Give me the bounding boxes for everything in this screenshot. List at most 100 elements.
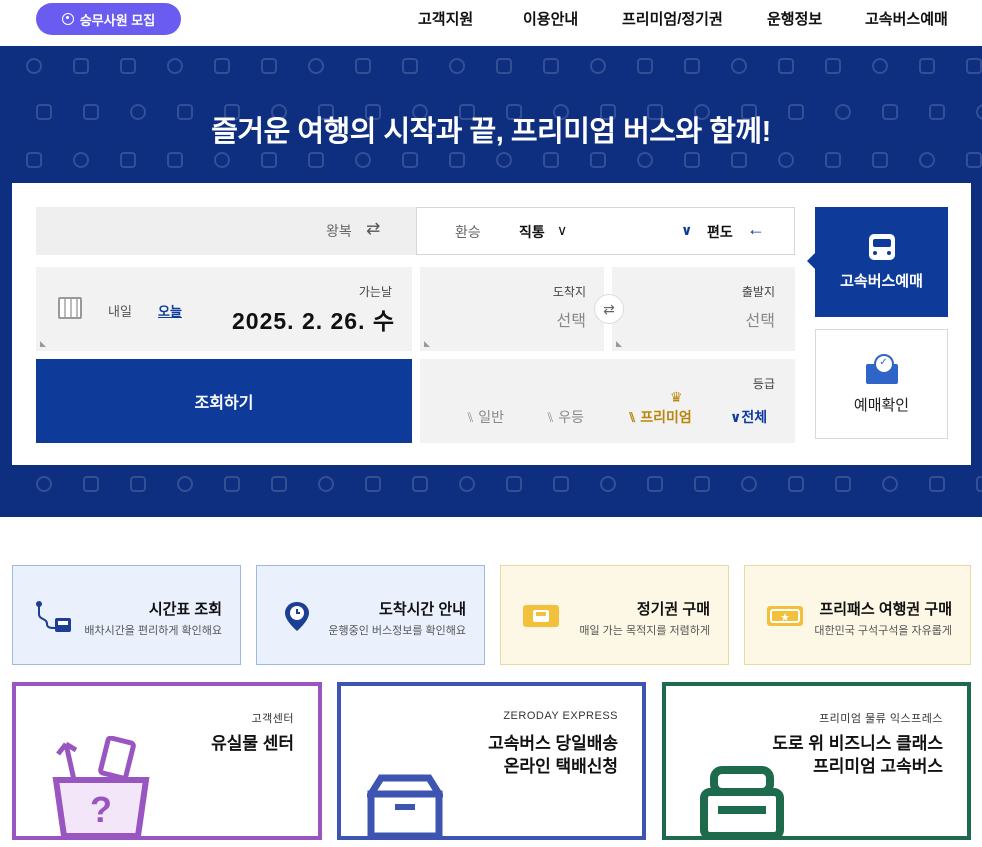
pattern-icon <box>966 58 982 74</box>
tab-bus-booking-label: 고속버스예매 <box>840 272 923 290</box>
pattern-icon <box>449 58 465 74</box>
pattern-icon <box>590 152 606 168</box>
hero-section: 즐거운 여행의 시작과 끝, 프리미엄 버스와 함께! 고속버스예매 예매확인 … <box>0 46 982 517</box>
tab-booking-check[interactable]: 예매확인 <box>815 329 948 439</box>
pattern-icon <box>506 476 522 492</box>
departure-value: 선택 <box>745 313 775 330</box>
chevron-down-icon: ∨ <box>730 409 742 425</box>
pattern-icon <box>778 58 794 74</box>
pattern-icon <box>261 58 277 74</box>
pattern-icon <box>83 476 99 492</box>
lost-found-card[interactable]: 고객센터 유실물 센터 ? <box>12 682 322 840</box>
grade-normal-option[interactable]: ⑊ 일반 <box>466 407 504 427</box>
pattern-icon <box>402 58 418 74</box>
pattern-icon <box>825 58 841 74</box>
crown-icon: ♛ <box>670 389 683 405</box>
booking-panel: 고속버스예매 예매확인 왕복 ⇄ 환승 직통 ∨ ∨ 편도 ← 출발지 선택 <box>12 183 971 465</box>
pattern-icon <box>73 152 89 168</box>
grade-excellent-option[interactable]: ⑊ 우등 <box>546 407 584 427</box>
sameday-delivery-supertitle: ZERODAY EXPRESS <box>503 710 618 722</box>
pattern-icon <box>919 58 935 74</box>
pattern-icon <box>308 152 324 168</box>
bus-icon <box>868 233 895 260</box>
nav-item-premium-pass[interactable]: 프리미엄/정기권 <box>622 8 723 29</box>
crew-recruit-label: 승무사원 모집 <box>79 12 156 28</box>
grade-all-option[interactable]: ∨전체 <box>730 407 767 427</box>
nav-item-operation-info[interactable]: 운행정보 <box>767 8 822 29</box>
seat-icon: ⑊ <box>546 409 559 425</box>
svg-text:?: ? <box>90 789 112 830</box>
pattern-icon <box>929 476 945 492</box>
freepass-card[interactable]: ★ 프리패스 여행권 구매 대한민국 구석구석을 자유롭게 <box>744 565 971 665</box>
grade-all-label: 전체 <box>741 409 768 425</box>
arrival-time-title: 도착시간 안내 <box>379 601 466 618</box>
pattern-icon <box>308 58 324 74</box>
roundtrip-option[interactable]: 왕복 ⇄ <box>36 207 416 255</box>
premium-logistics-card[interactable]: 프리미엄 물류 익스프레스 도로 위 비즈니스 클래스 프리미엄 고속버스 <box>662 682 971 840</box>
nav-item-bus-booking[interactable]: 고속버스예매 <box>865 8 948 29</box>
tab-bus-booking[interactable]: 고속버스예매 <box>807 207 948 317</box>
corner-mark <box>424 341 430 347</box>
pattern-icon <box>402 152 418 168</box>
today-link[interactable]: 오늘 <box>158 301 182 320</box>
departure-field[interactable]: 출발지 선택 <box>612 267 795 351</box>
pattern-icon <box>167 152 183 168</box>
pattern-icon <box>412 476 428 492</box>
corner-mark <box>40 341 46 347</box>
arrival-time-card[interactable]: 도착시간 안내 운행중인 버스정보를 확인해요 <box>256 565 485 665</box>
pattern-icon <box>553 476 569 492</box>
pattern-icon <box>835 476 851 492</box>
pattern-icon <box>778 152 794 168</box>
timetable-title: 시간표 조회 <box>148 601 222 618</box>
bus-ticket-icon <box>523 605 559 627</box>
nav-item-usage-guide[interactable]: 이용안내 <box>523 8 578 29</box>
tomorrow-link[interactable]: 내일 <box>108 301 132 320</box>
date-label: 가는날 <box>358 285 392 299</box>
oneway-option[interactable]: 환승 직통 ∨ ∨ 편도 ← <box>416 207 795 255</box>
stacked-boxes-icon <box>700 766 784 836</box>
pattern-icon <box>120 58 136 74</box>
arrival-field[interactable]: 도착지 선택 <box>420 267 604 351</box>
nav-item-customer-support[interactable]: 고객지원 <box>418 8 473 29</box>
pattern-icon <box>966 152 982 168</box>
pattern-icon <box>365 476 381 492</box>
season-pass-card[interactable]: 정기권 구매 매일 가는 목적지를 저렴하게 <box>500 565 729 665</box>
route-bus-icon <box>36 601 71 632</box>
date-field[interactable]: 가는날 2025. 2. 26. 수 내일 오늘 <box>36 267 412 351</box>
pattern-icon <box>449 152 465 168</box>
crew-recruit-button[interactable]: 승무사원 모집 <box>36 3 181 35</box>
calendar-icon[interactable] <box>58 297 82 319</box>
pattern-icon <box>976 476 982 492</box>
pattern-icon <box>177 476 193 492</box>
pattern-icon <box>590 58 606 74</box>
pattern-icon <box>731 58 747 74</box>
arrival-time-subtitle: 운행중인 버스정보를 확인해요 <box>328 625 466 637</box>
premium-logistics-title: 도로 위 비즈니스 클래스 프리미엄 고속버스 <box>772 732 943 778</box>
pattern-icon <box>788 476 804 492</box>
pattern-icon <box>731 152 747 168</box>
search-button[interactable]: 조회하기 <box>36 359 412 443</box>
direct-option[interactable]: 직통 <box>519 222 545 242</box>
pattern-icon <box>73 58 89 74</box>
timetable-card[interactable]: 시간표 조회 배차시간을 편리하게 확인해요 <box>12 565 241 665</box>
pattern-icon <box>26 152 42 168</box>
box-icon <box>367 774 443 836</box>
pattern-icon <box>355 58 371 74</box>
premium-logistics-line2: 프리미엄 고속버스 <box>813 757 943 776</box>
pattern-icon <box>36 476 52 492</box>
lost-found-title: 유실물 센터 <box>211 732 294 755</box>
freepass-subtitle: 대한민국 구석구석을 자유롭게 <box>814 625 952 637</box>
pattern-icon <box>543 58 559 74</box>
grade-premium-option[interactable]: ♛ ⑊ 프리미엄 <box>628 389 692 427</box>
swap-locations-button[interactable]: ⇄ <box>594 294 624 324</box>
seat-icon: ⑊ <box>628 409 641 425</box>
pattern-icon <box>120 152 136 168</box>
departure-label: 출발지 <box>741 285 775 299</box>
grade-normal-label: 일반 <box>478 409 505 425</box>
ticket-icon: ★ <box>767 606 803 626</box>
sameday-delivery-card[interactable]: ZERODAY EXPRESS 고속버스 당일배송 온라인 택배신청 <box>337 682 646 840</box>
pattern-icon <box>355 152 371 168</box>
transfer-option[interactable]: 환승 <box>455 222 481 242</box>
grade-premium-label: 프리미엄 <box>640 409 692 425</box>
date-value: 2025. 2. 26. 수 <box>232 308 396 334</box>
